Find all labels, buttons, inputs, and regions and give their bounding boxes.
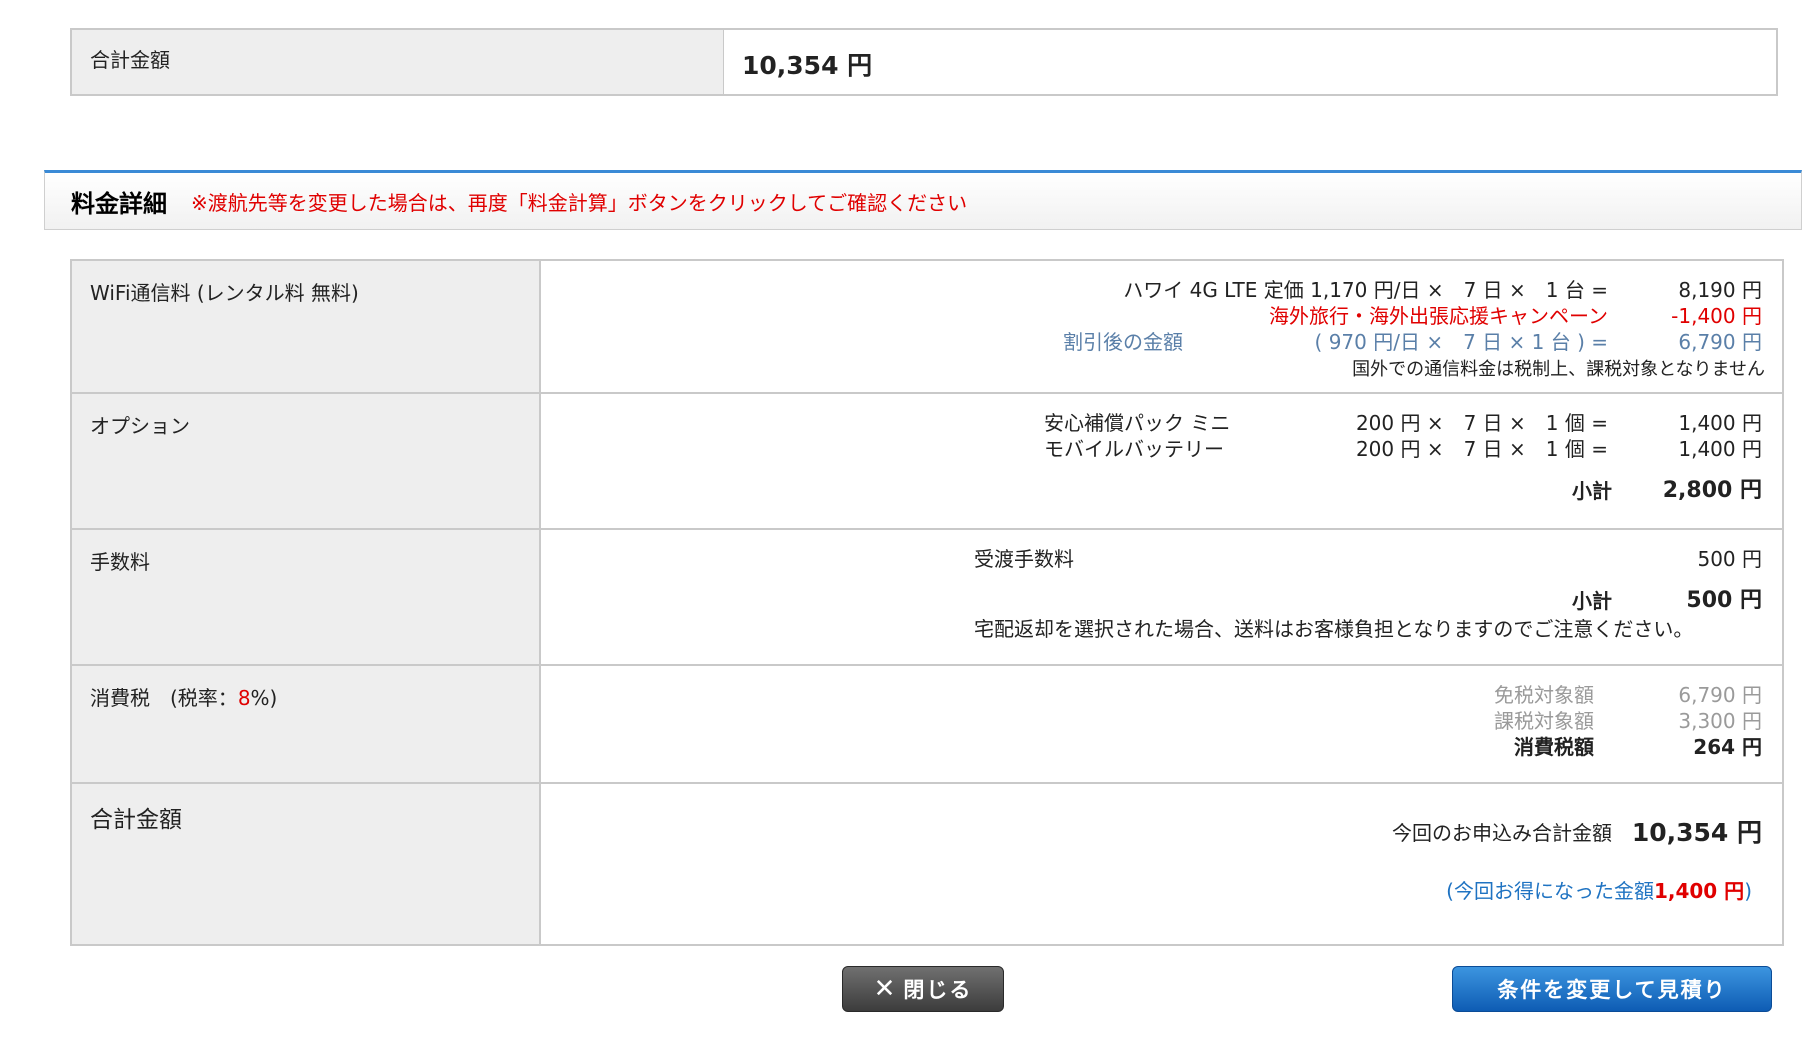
tax-rate: 8 <box>237 686 251 710</box>
section-title: 料金詳細 <box>71 189 167 218</box>
tax-amount-label: 消費税額 <box>1514 735 1594 759</box>
summary-label: 合計金額 <box>72 30 724 94</box>
row-total: 合計金額 今回のお申込み合計金額 10,354 円 (今回お得になった金額1,4… <box>72 784 1782 944</box>
exempt-label: 免税対象額 <box>1494 683 1594 707</box>
option-subtotal-label: 小計 <box>1572 479 1612 503</box>
row-wifi: WiFi通信料 (レンタル料 無料) ハワイ 4G LTE 定価 1,170 円… <box>72 261 1782 394</box>
tax-amount: 264 円 <box>1693 735 1762 759</box>
row-content: 今回のお申込み合計金額 10,354 円 (今回お得になった金額1,400 円) <box>541 784 1782 944</box>
discount-label: 割引後の金額 <box>1063 330 1183 354</box>
row-option: オプション 安心補償パック ミニ 200 円 × 7 日 × 1 個 = 1,4… <box>72 394 1782 530</box>
row-label: WiFi通信料 (レンタル料 無料) <box>72 261 541 392</box>
exempt-amount: 6,790 円 <box>1678 683 1762 707</box>
row-tax: 消費税 (税率：8%) 免税対象額 6,790 円 課税対象額 3,300 円 … <box>72 666 1782 784</box>
discount-calc: ( 970 円/日 × 7 日 × 1 台 ) = <box>1314 330 1608 354</box>
row-label: 合計金額 <box>72 784 541 944</box>
option-item-name: モバイルバッテリー <box>1044 437 1224 461</box>
fee-subtotal-amount: 500 円 <box>1686 588 1762 613</box>
wifi-base-amount: 8,190 円 <box>1678 278 1762 302</box>
row-label: 手数料 <box>72 530 541 664</box>
campaign-amount: -1,400 円 <box>1671 304 1762 328</box>
fee-item-amount: 500 円 <box>1697 547 1762 571</box>
row-content: 免税対象額 6,790 円 課税対象額 3,300 円 消費税額 264 円 <box>541 666 1782 782</box>
option-item-calc: 200 円 × 7 日 × 1 個 = <box>1355 437 1608 461</box>
tax-label-prefix: 消費税 (税率： <box>90 686 238 710</box>
option-item-amount: 1,400 円 <box>1678 411 1762 435</box>
campaign-label: 海外旅行・海外出張応援キャンペーン <box>1269 304 1608 328</box>
option-subtotal-amount: 2,800 円 <box>1662 478 1762 503</box>
fee-subtotal-label: 小計 <box>1572 589 1612 613</box>
tax-label-suffix: %) <box>250 686 278 710</box>
close-icon: ✕ <box>873 974 898 1004</box>
total-amount: 10,354 円 <box>1631 818 1762 847</box>
recalc-button-label: 条件を変更して見積り <box>1497 978 1727 1002</box>
savings-amount: 1,400 円 <box>1653 879 1745 903</box>
fee-shipping-note: 宅配返却を選択された場合、送料はお客様負担となりますのでご注意ください。 <box>974 617 1694 641</box>
row-content: 受渡手数料 500 円 小計 500 円 宅配返却を選択された場合、送料はお客様… <box>541 530 1782 664</box>
option-item-calc: 200 円 × 7 日 × 1 個 = <box>1355 411 1608 435</box>
row-content: ハワイ 4G LTE 定価 1,170 円/日 × 7 日 × 1 台 = 8,… <box>541 261 1782 392</box>
option-item-name: 安心補償パック ミニ <box>1044 411 1231 435</box>
option-item-amount: 1,400 円 <box>1678 437 1762 461</box>
row-label: オプション <box>72 394 541 528</box>
close-button-label: 閉じる <box>903 978 973 1002</box>
fee-detail-table: WiFi通信料 (レンタル料 無料) ハワイ 4G LTE 定価 1,170 円… <box>70 259 1784 946</box>
wifi-base-calc: ハワイ 4G LTE 定価 1,170 円/日 × 7 日 × 1 台 = <box>1123 278 1608 302</box>
savings-suffix: ) <box>1744 879 1752 903</box>
fee-item-name: 受渡手数料 <box>974 547 1074 571</box>
taxable-label: 課税対象額 <box>1494 709 1594 733</box>
savings-prefix: (今回お得になった金額 <box>1446 879 1654 903</box>
taxable-amount: 3,300 円 <box>1678 709 1762 733</box>
close-button[interactable]: ✕ 閉じる <box>842 966 1004 1012</box>
row-label: 消費税 (税率：8%) <box>72 666 541 782</box>
discount-amount: 6,790 円 <box>1678 330 1762 354</box>
summary-value: 10,354 円 <box>742 51 873 80</box>
total-desc: 今回のお申込み合計金額 <box>1392 821 1612 845</box>
fee-detail-header: 料金詳細 ※渡航先等を変更した場合は、再度「料金計算」ボタンをクリックしてご確認… <box>44 170 1802 230</box>
total-summary-box: 合計金額 10,354 円 <box>70 28 1778 96</box>
savings-line: (今回お得になった金額1,400 円) <box>1446 878 1752 904</box>
row-fee: 手数料 受渡手数料 500 円 小計 500 円 宅配返却を選択された場合、送料… <box>72 530 1782 666</box>
tax-exempt-note: 国外での通信料金は税制上、課税対象となりません <box>1352 359 1765 380</box>
section-note: ※渡航先等を変更した場合は、再度「料金計算」ボタンをクリックしてご確認ください <box>191 190 968 215</box>
row-content: 安心補償パック ミニ 200 円 × 7 日 × 1 個 = 1,400 円 モ… <box>541 394 1782 528</box>
change-conditions-quote-button[interactable]: 条件を変更して見積り <box>1452 966 1772 1012</box>
